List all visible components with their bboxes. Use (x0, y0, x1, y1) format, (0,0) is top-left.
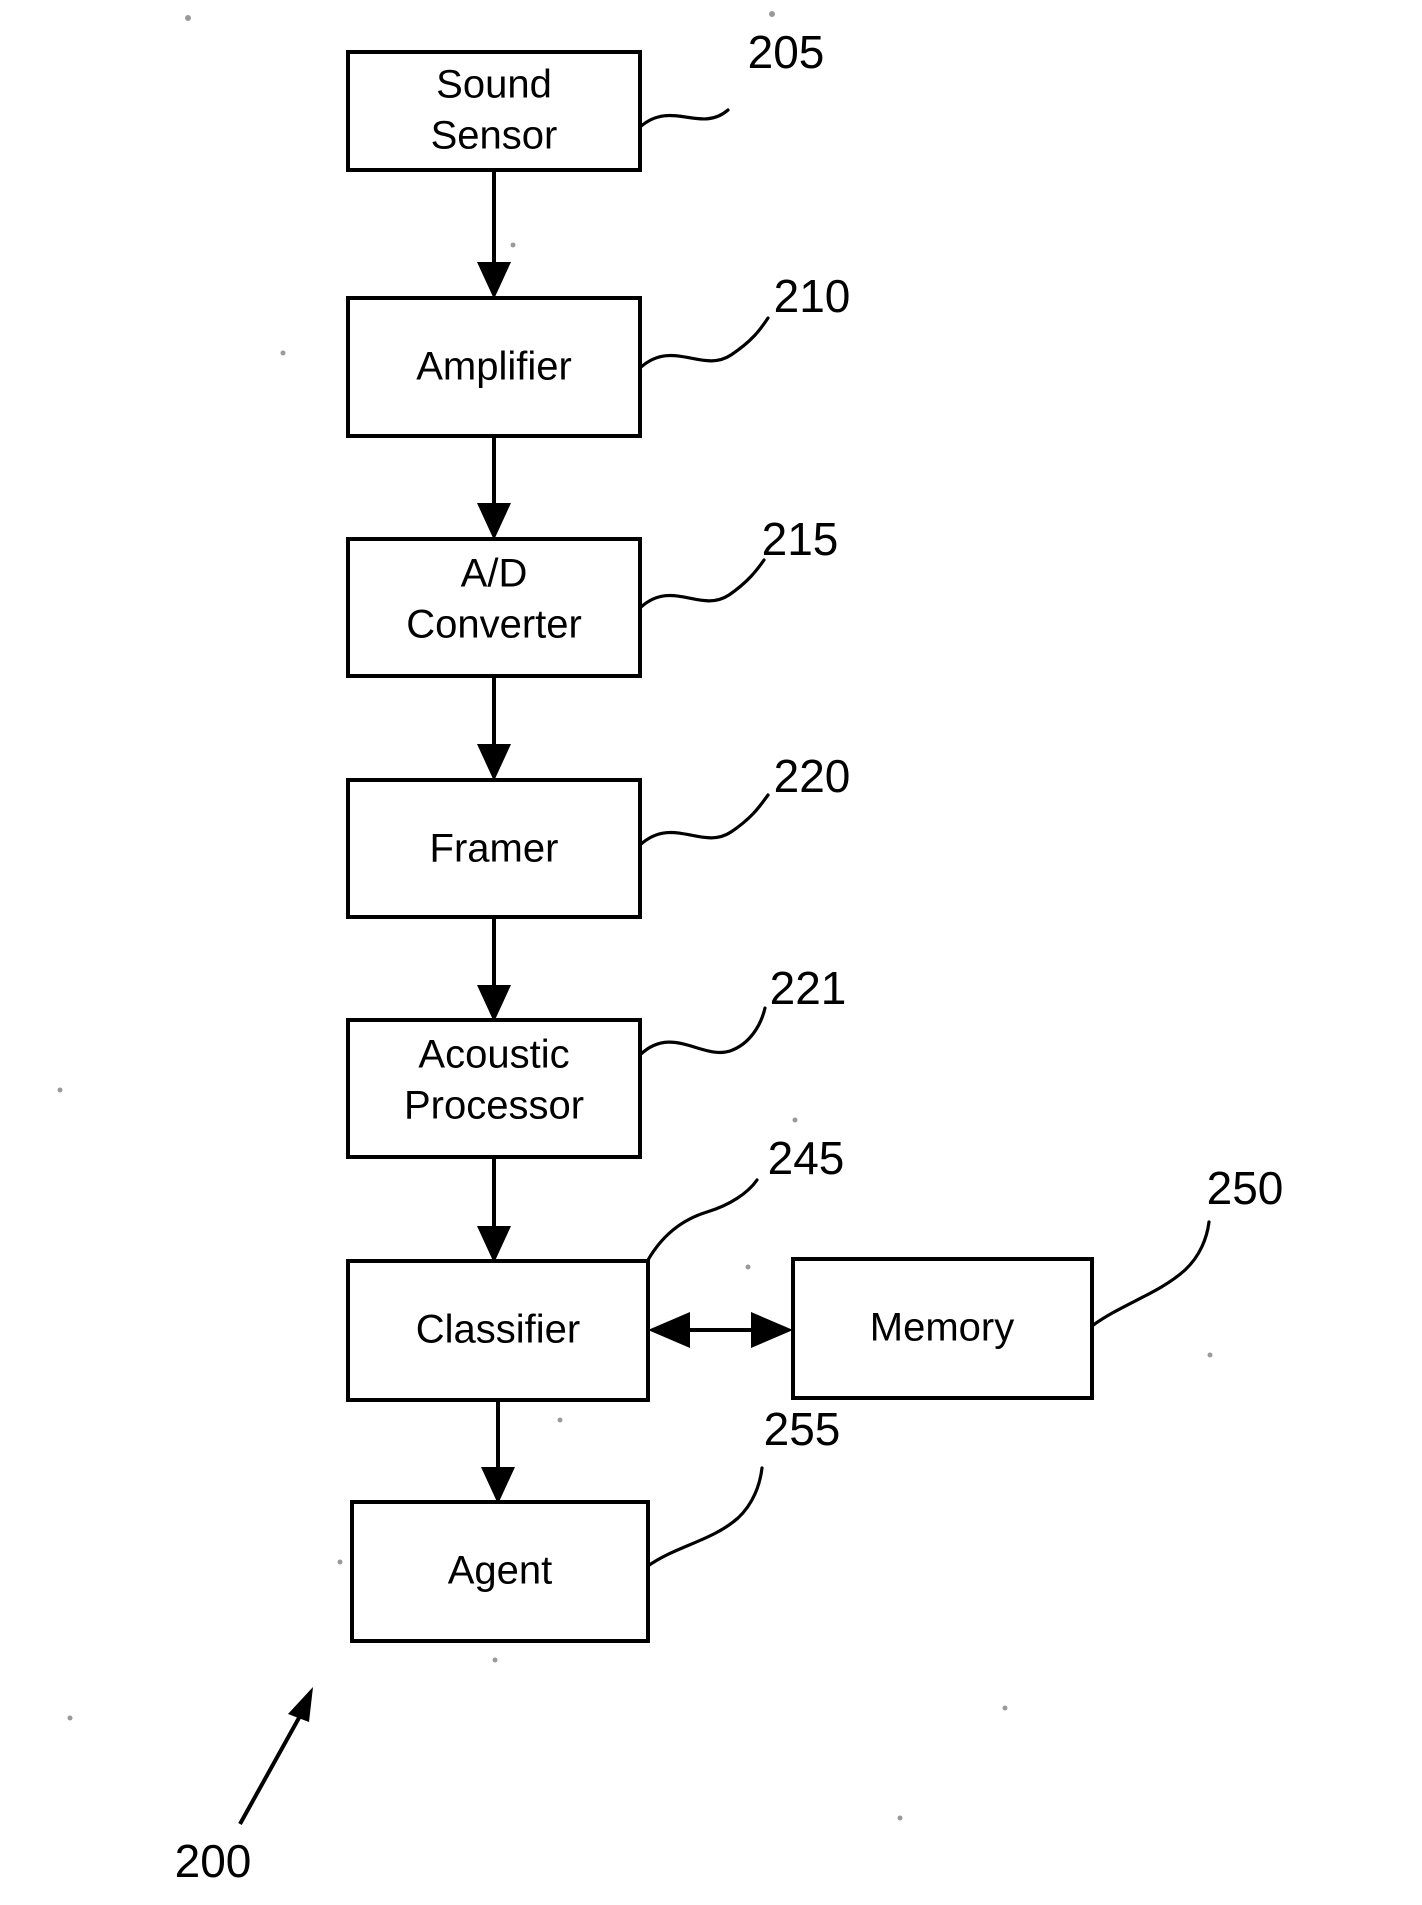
page-speck (67, 1715, 73, 1721)
ref-number-215: 215 (762, 513, 839, 565)
leader-line-255 (646, 1466, 764, 1568)
acoustic-processor-label-line2: Processor (404, 1084, 584, 1128)
figure-pointer-line (238, 1706, 307, 1825)
arrow-head-icon (477, 985, 511, 1022)
leader-line-220 (638, 793, 770, 847)
figure-pointer-arrow-head-icon (288, 1687, 313, 1722)
classifier-label: Classifier (416, 1308, 580, 1352)
leader-line-245 (646, 1178, 759, 1262)
connector-amplifier-to-ad-converter (477, 436, 511, 540)
block-agent[interactable]: Agent (350, 1500, 650, 1643)
block-ad-converter[interactable]: A/D Converter (346, 537, 642, 678)
connector-acoustic-processor-to-classifier (477, 1157, 511, 1263)
leader-line-205 (638, 108, 730, 129)
page-speck (337, 1559, 343, 1565)
agent-label: Agent (448, 1549, 553, 1593)
block-diagram: Sound Sensor 205 Amplifier 210 A/D Conve… (0, 0, 1422, 1905)
block-framer[interactable]: Framer (346, 778, 642, 919)
page-speck (769, 11, 775, 17)
page-speck (1207, 1352, 1213, 1358)
page-speck (792, 1117, 798, 1123)
arrow-head-icon (477, 1226, 511, 1263)
arrow-head-right-icon (751, 1312, 793, 1348)
arrow-head-icon (477, 262, 511, 299)
block-classifier[interactable]: Classifier (346, 1259, 650, 1402)
block-acoustic-processor[interactable]: Acoustic Processor (346, 1018, 642, 1159)
connector-classifier-to-agent (481, 1400, 515, 1504)
ad-converter-label-line1: A/D (461, 552, 528, 596)
page-speck (280, 350, 286, 356)
ref-number-210: 210 (774, 270, 851, 322)
memory-label: Memory (870, 1306, 1014, 1350)
amplifier-label: Amplifier (416, 345, 572, 389)
figure-pointer-200 (238, 1687, 313, 1825)
connector-classifier-to-memory (648, 1312, 793, 1348)
acoustic-processor-label-line1: Acoustic (418, 1033, 569, 1077)
page-speck (1002, 1705, 1008, 1711)
connector-ad-converter-to-framer (477, 676, 511, 781)
connector-framer-to-acoustic-processor (477, 917, 511, 1022)
sound-sensor-label-line2: Sensor (431, 114, 558, 158)
ref-number-205: 205 (748, 26, 825, 78)
page-speck (745, 1264, 751, 1270)
page-speck (185, 15, 191, 21)
ref-number-250: 250 (1207, 1162, 1284, 1214)
figure-canvas: Sound Sensor 205 Amplifier 210 A/D Conve… (0, 0, 1422, 1905)
leader-line-221 (638, 1006, 767, 1057)
page-speck (510, 242, 516, 248)
page-speck (557, 1417, 563, 1423)
leader-line-215 (638, 558, 766, 610)
ref-number-221: 221 (770, 962, 847, 1014)
ref-number-200: 200 (175, 1835, 252, 1887)
leader-line-210 (638, 316, 770, 370)
ref-number-220: 220 (774, 750, 851, 802)
leader-line-250 (1090, 1220, 1211, 1328)
page-speck (57, 1087, 63, 1093)
ref-number-245: 245 (768, 1132, 845, 1184)
block-amplifier[interactable]: Amplifier (346, 296, 642, 438)
page-speck (492, 1657, 498, 1663)
block-sound-sensor[interactable]: Sound Sensor (346, 50, 642, 172)
page-speck (897, 1815, 903, 1821)
arrow-head-icon (477, 503, 511, 540)
framer-label: Framer (430, 827, 559, 871)
arrow-head-icon (481, 1467, 515, 1504)
block-memory[interactable]: Memory (791, 1257, 1094, 1400)
arrow-head-left-icon (648, 1312, 690, 1348)
ref-number-255: 255 (764, 1403, 841, 1455)
connector-sound-sensor-to-amplifier (477, 170, 511, 299)
ad-converter-label-line2: Converter (406, 603, 582, 647)
sound-sensor-label-line1: Sound (436, 63, 552, 107)
arrow-head-icon (477, 744, 511, 781)
